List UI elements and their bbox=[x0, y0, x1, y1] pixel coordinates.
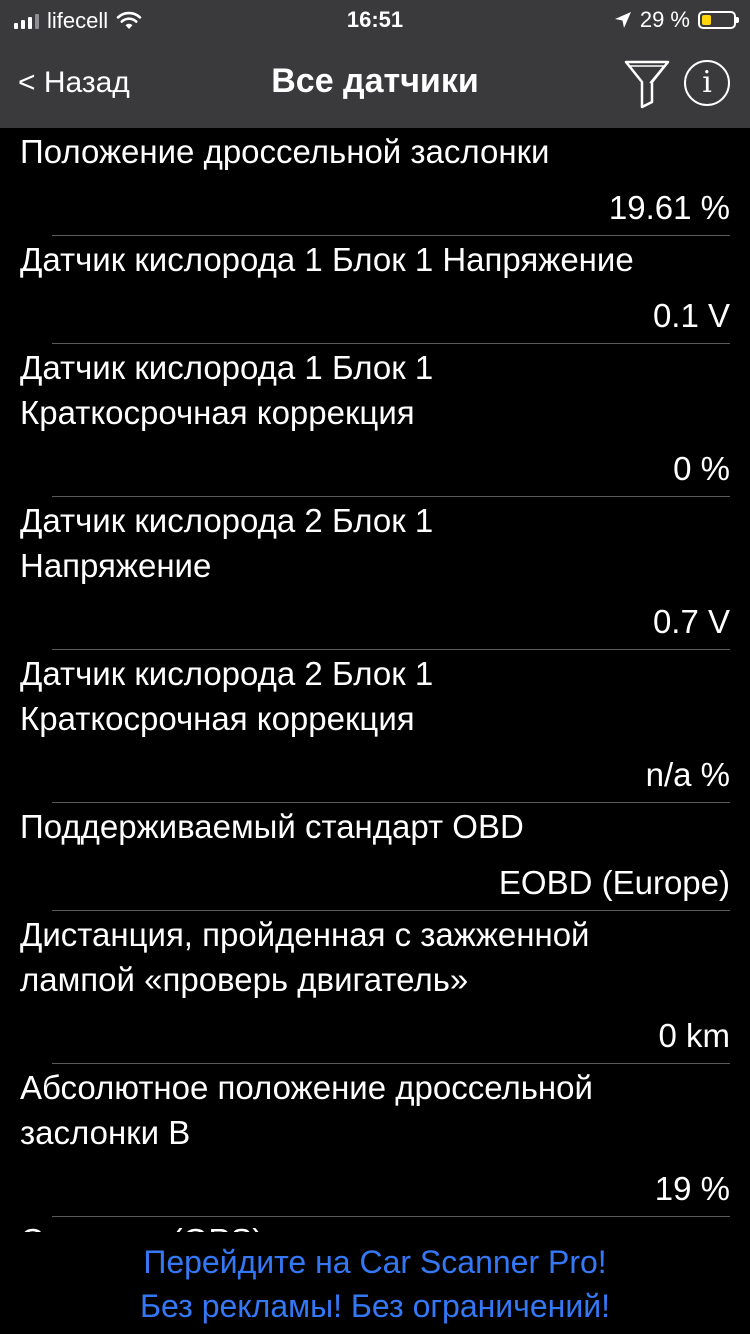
info-icon[interactable]: i bbox=[684, 60, 730, 106]
sensor-row[interactable]: Скорость (GPS) bbox=[0, 1217, 750, 1232]
back-button[interactable]: < Назад bbox=[18, 66, 130, 100]
sensor-label: Положение дроссельной заслонки bbox=[20, 133, 550, 170]
sensor-value: 0.1 V bbox=[652, 297, 730, 334]
sensor-row[interactable]: Датчик кислорода 1 Блок 1 Напряжение 0.1… bbox=[0, 236, 750, 344]
navigation-bar: < Назад Все датчики i bbox=[0, 40, 750, 128]
sensor-row[interactable]: Датчик кислорода 2 Блок 1 Напряжение 0.7… bbox=[0, 497, 750, 650]
sensor-label: Дистанция, пройденная с зажженной лампой… bbox=[20, 916, 590, 998]
promo-line-1: Перейдите на Car Scanner Pro! bbox=[143, 1244, 607, 1280]
sensor-value: n/a % bbox=[645, 756, 730, 793]
status-right: 29 % bbox=[614, 7, 739, 33]
sensor-row[interactable]: Положение дроссельной заслонки 19.61 % bbox=[0, 128, 750, 236]
sensor-label: Датчик кислорода 1 Блок 1 Напряжение bbox=[20, 241, 634, 278]
top-bar: lifecell 16:51 29 % < Назад Все датчики … bbox=[0, 0, 750, 128]
sensor-value: 19.61 % bbox=[608, 189, 730, 226]
sensor-row[interactable]: Поддерживаемый стандарт OBD EOBD (Europe… bbox=[0, 803, 750, 911]
sensor-row[interactable]: Датчик кислорода 2 Блок 1 Краткосрочная … bbox=[0, 650, 750, 803]
sensor-label: Датчик кислорода 1 Блок 1 Краткосрочная … bbox=[20, 349, 434, 431]
battery-icon bbox=[698, 11, 739, 29]
battery-percent: 29 % bbox=[639, 7, 690, 32]
sensor-row[interactable]: Датчик кислорода 1 Блок 1 Краткосрочная … bbox=[0, 344, 750, 497]
sensor-label: Датчик кислорода 2 Блок 1 Напряжение bbox=[20, 502, 434, 584]
promo-line-2: Без рекламы! Без ограничений! bbox=[140, 1288, 610, 1324]
upgrade-promo-banner[interactable]: Перейдите на Car Scanner Pro! Без реклам… bbox=[0, 1232, 750, 1334]
battery-fill bbox=[702, 15, 711, 25]
sensor-value: 0.7 V bbox=[652, 603, 730, 640]
sensor-label: Поддерживаемый стандарт OBD bbox=[20, 808, 524, 845]
sensor-list[interactable]: Положение дроссельной заслонки 19.61 % Д… bbox=[0, 128, 750, 1232]
status-bar: lifecell 16:51 29 % bbox=[0, 0, 750, 40]
filter-icon[interactable] bbox=[622, 58, 672, 110]
sensor-value: 19 % bbox=[654, 1170, 730, 1207]
sensor-value: 0 km bbox=[658, 1017, 730, 1054]
sensor-label: Скорость (GPS) bbox=[20, 1217, 730, 1232]
sensor-label: Датчик кислорода 2 Блок 1 Краткосрочная … bbox=[20, 655, 434, 737]
location-arrow-icon bbox=[614, 12, 631, 28]
sensor-row[interactable]: Абсолютное положение дроссельной заслонк… bbox=[0, 1064, 750, 1217]
sensor-label: Абсолютное положение дроссельной заслонк… bbox=[20, 1069, 593, 1151]
sensor-value: EOBD (Europe) bbox=[498, 864, 730, 901]
sensor-row[interactable]: Дистанция, пройденная с зажженной лампой… bbox=[0, 911, 750, 1064]
sensor-value: 0 % bbox=[673, 450, 730, 487]
